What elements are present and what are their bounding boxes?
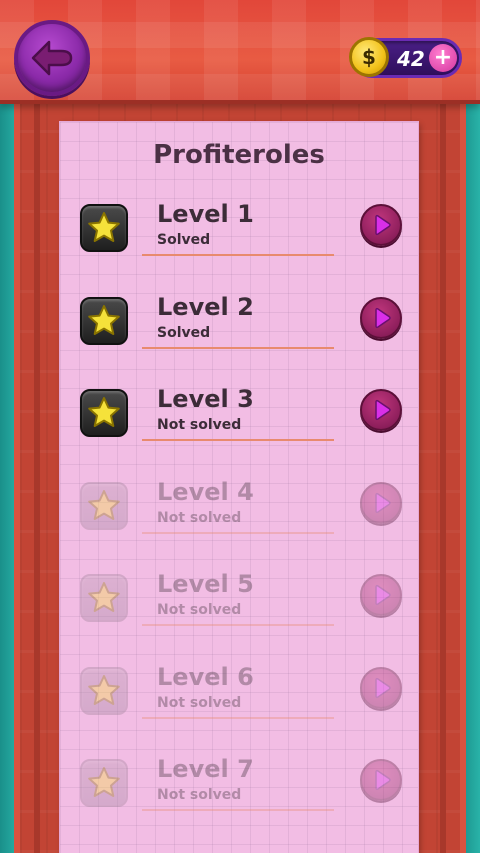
play-icon (375, 584, 391, 606)
play-level-button (360, 481, 402, 524)
play-icon (375, 214, 391, 236)
level-star-badge (80, 389, 128, 437)
level-name: Level 6 (157, 662, 254, 691)
level-name: Level 3 (157, 385, 254, 413)
coin-counter: $ 42 + (349, 37, 462, 78)
plus-icon: + (433, 45, 453, 70)
back-arrow-icon (31, 40, 73, 76)
level-name: Level 2 (157, 292, 254, 321)
level-row: Level 7 Not solved (80, 755, 402, 825)
play-level-button[interactable] (360, 204, 402, 246)
level-row: Level 4 Not solved (80, 478, 402, 548)
level-row: Level 6 Not solved (80, 663, 402, 733)
level-status: Not solved (157, 602, 242, 618)
level-divider (142, 809, 334, 811)
star-icon (88, 304, 120, 335)
level-name: Level 1 (157, 200, 254, 228)
play-icon (375, 399, 391, 421)
level-row[interactable]: Level 1 Solved (80, 200, 402, 270)
play-level-button (360, 759, 402, 801)
level-status: Solved (157, 324, 211, 341)
star-icon (88, 397, 120, 427)
level-status: Not solved (157, 694, 242, 711)
star-icon (88, 582, 120, 612)
level-star-badge (80, 296, 128, 345)
level-star-badge (80, 481, 128, 530)
level-row[interactable]: Level 3 Not solved (80, 385, 402, 455)
add-coins-button[interactable]: + (429, 44, 457, 72)
page-title: Profiteroles (153, 140, 325, 170)
level-status: Not solved (157, 417, 242, 433)
star-icon (88, 767, 120, 797)
top-bar: $ 42 + (0, 0, 480, 104)
level-divider (142, 346, 334, 349)
play-icon (375, 307, 391, 328)
back-button[interactable] (14, 20, 90, 96)
star-icon (88, 489, 120, 520)
level-star-badge (80, 759, 128, 807)
level-row[interactable]: Level 2 Solved (80, 293, 402, 363)
level-divider (142, 254, 334, 256)
level-status: Solved (157, 232, 211, 248)
level-star-badge (80, 574, 128, 622)
coin-count: 42 (397, 47, 425, 71)
level-name: Level 4 (157, 477, 254, 506)
level-status: Not solved (157, 509, 242, 526)
level-list-paper: Profiteroles Level 1 Solved Level 2 Solved L… (60, 122, 418, 853)
level-divider (142, 716, 334, 719)
play-icon (375, 769, 391, 791)
play-icon (375, 492, 391, 513)
play-level-button (360, 574, 402, 616)
star-icon (88, 212, 120, 242)
level-name: Level 7 (157, 755, 254, 783)
play-level-button[interactable] (360, 389, 402, 431)
level-row: Level 5 Not solved (80, 570, 402, 640)
level-divider (142, 439, 334, 441)
level-divider (142, 624, 334, 626)
coin-symbol: $ (362, 45, 376, 69)
level-status: Not solved (157, 787, 242, 803)
play-icon (375, 677, 391, 698)
level-divider (142, 531, 334, 534)
level-name: Level 5 (157, 570, 254, 598)
star-icon (88, 674, 120, 705)
coin-icon: $ (349, 37, 389, 77)
level-star-badge (80, 204, 128, 252)
play-level-button (360, 666, 402, 709)
play-level-button[interactable] (360, 296, 402, 339)
level-star-badge (80, 666, 128, 715)
